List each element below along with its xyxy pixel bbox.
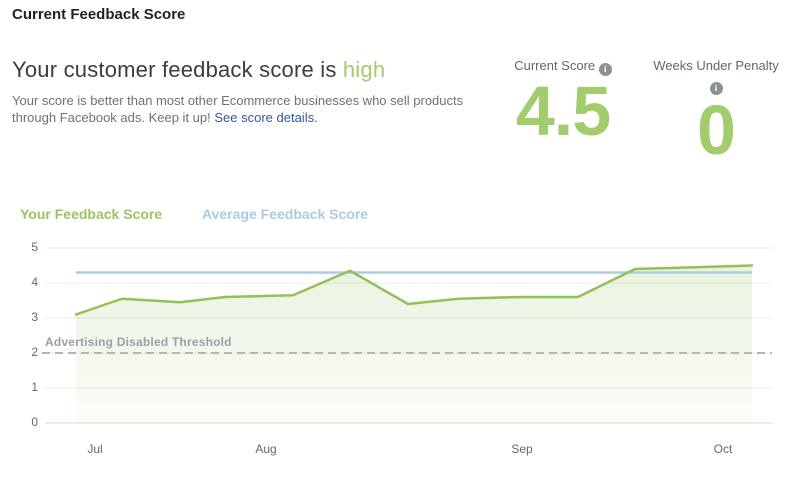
y-axis-tick-label: 2	[31, 345, 38, 359]
x-axis-month-label: Jul	[87, 442, 103, 456]
feedback-score-card: Current Feedback Score Your customer fee…	[0, 0, 797, 492]
feedback-score-chart: 0 1 2 3 4 5 Advertising Disabled Threshold Jul A…	[0, 0, 797, 492]
x-axis-month-label: Aug	[255, 442, 277, 456]
y-axis-tick-label: 3	[31, 310, 38, 324]
chart-canvas	[42, 247, 772, 424]
y-axis-tick-label: 1	[31, 380, 38, 394]
x-axis-month-label: Oct	[713, 442, 733, 456]
threshold-label: Advertising Disabled Threshold	[45, 335, 232, 349]
y-axis-tick-label: 4	[31, 275, 38, 289]
y-axis-tick-label: 0	[31, 415, 38, 429]
y-axis-tick-label: 5	[31, 240, 38, 254]
x-axis-month-label: Sep	[511, 442, 533, 456]
